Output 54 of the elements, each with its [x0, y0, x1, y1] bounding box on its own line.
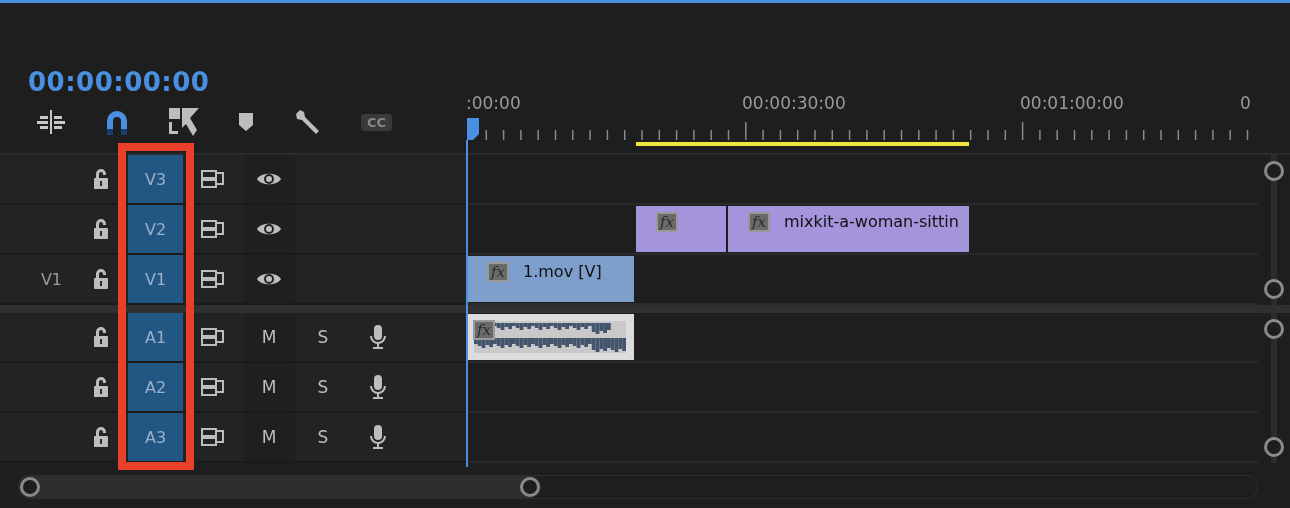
- fx-badge: fx: [473, 320, 495, 340]
- track-target-toggle[interactable]: A3: [128, 413, 183, 461]
- microphone-icon[interactable]: [370, 325, 386, 349]
- sync-lock-icon[interactable]: [201, 428, 225, 446]
- fx-badge: fx: [748, 212, 770, 232]
- sync-lock-icon[interactable]: [201, 328, 225, 346]
- mute-button[interactable]: M: [261, 377, 277, 397]
- solo-button[interactable]: S: [317, 327, 329, 347]
- snap-magnet-icon[interactable]: [105, 109, 129, 135]
- ruler-time-label: 00:00:30:00: [742, 93, 846, 113]
- track-target-toggle[interactable]: A2: [128, 363, 183, 411]
- unlocked-padlock-icon[interactable]: [93, 269, 109, 289]
- video-clip[interactable]: fx 1.mov [V]: [467, 256, 634, 302]
- marker-icon[interactable]: [239, 113, 253, 131]
- ruler-time-label: 00:01:00:00: [1020, 93, 1124, 113]
- source-patch-toggle[interactable]: V1: [40, 269, 62, 289]
- unlocked-padlock-icon[interactable]: [93, 427, 109, 447]
- playhead-handle[interactable]: [467, 118, 479, 140]
- ruler-time-label: 0: [1240, 93, 1251, 113]
- track-target-toggle[interactable]: V3: [128, 155, 183, 203]
- eye-icon[interactable]: [256, 171, 282, 187]
- track-target-toggle[interactable]: V2: [128, 205, 183, 253]
- linked-selection-icon[interactable]: [169, 108, 199, 136]
- sync-lock-icon[interactable]: [201, 170, 225, 188]
- eye-icon[interactable]: [256, 221, 282, 237]
- video-clip[interactable]: fx mixkit-a-woman-sittin: [728, 206, 969, 252]
- ruler-time-label: :00:00: [466, 93, 521, 113]
- unlocked-padlock-icon[interactable]: [93, 377, 109, 397]
- clip-name: mixkit-a-woman-sittin: [784, 212, 959, 231]
- sync-lock-icon[interactable]: [201, 378, 225, 396]
- fx-badge: fx: [656, 212, 678, 232]
- sync-lock-icon[interactable]: [201, 220, 225, 238]
- video-clip[interactable]: fx: [636, 206, 726, 252]
- insert-icon[interactable]: [37, 110, 65, 134]
- track-target-toggle[interactable]: A1: [128, 313, 183, 361]
- mute-button[interactable]: M: [261, 427, 277, 447]
- eye-icon[interactable]: [256, 271, 282, 287]
- microphone-icon[interactable]: [370, 425, 386, 449]
- wrench-icon[interactable]: [293, 108, 321, 136]
- horizontal-scrollbar[interactable]: [18, 475, 1258, 499]
- audio-clip[interactable]: fx: [467, 314, 634, 360]
- unlocked-padlock-icon[interactable]: [93, 169, 109, 189]
- unlocked-padlock-icon[interactable]: [93, 219, 109, 239]
- track-target-toggle[interactable]: V1: [128, 255, 183, 303]
- solo-button[interactable]: S: [317, 377, 329, 397]
- sync-lock-icon[interactable]: [201, 270, 225, 288]
- fx-badge: fx: [487, 262, 509, 282]
- mute-button[interactable]: M: [261, 327, 277, 347]
- microphone-icon[interactable]: [370, 375, 386, 399]
- solo-button[interactable]: S: [317, 427, 329, 447]
- unlocked-padlock-icon[interactable]: [93, 327, 109, 347]
- clip-name: 1.mov [V]: [523, 262, 602, 281]
- timecode[interactable]: 00:00:00:00: [28, 67, 210, 97]
- captions-button[interactable]: CC: [361, 113, 393, 131]
